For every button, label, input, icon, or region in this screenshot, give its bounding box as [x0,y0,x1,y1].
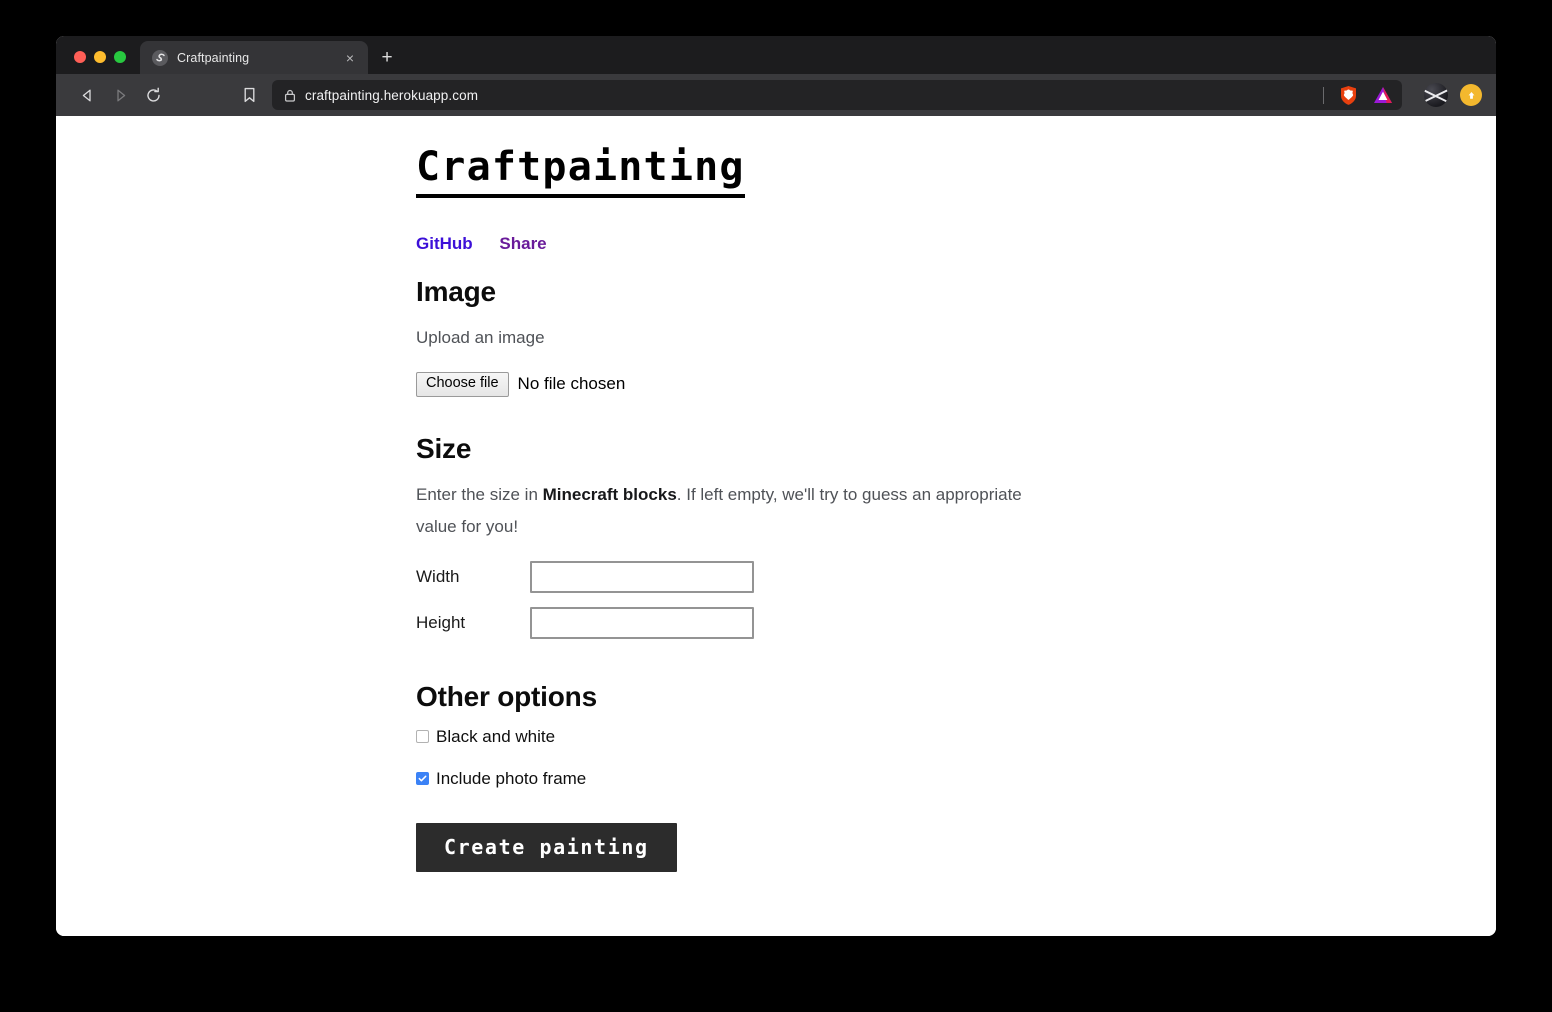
profile-avatar[interactable] [1424,83,1448,107]
black-and-white-checkbox[interactable] [416,730,429,744]
browser-toolbar: craftpainting.herokuapp.com [56,74,1496,116]
height-label: Height [416,612,466,632]
height-field-row: Height [416,606,1056,639]
browser-window: Craftpainting × + craftpainting.herokuap… [56,36,1496,936]
choose-file-button[interactable]: Choose file [416,371,509,397]
image-section-heading: Image [416,276,496,307]
brave-rewards-triangle-icon[interactable] [1370,82,1396,108]
reload-icon[interactable] [138,80,168,110]
minimize-window-button[interactable] [94,51,106,63]
black-and-white-label: Black and white [436,726,556,746]
close-icon[interactable]: × [340,48,360,68]
file-status-label: No file chosen [517,374,626,394]
size-hint-bold: Minecraft blocks [542,484,677,504]
toolbar-divider [1323,86,1324,104]
other-options-heading: Other options [416,680,597,712]
toolbar-right-group [1424,83,1482,107]
forward-arrow-icon [105,80,135,110]
width-input[interactable] [530,560,754,593]
black-and-white-option[interactable]: Black and white [416,727,1056,747]
height-input[interactable] [530,606,754,639]
width-field-row: Width [416,560,1056,593]
window-controls [56,51,140,74]
new-tab-button[interactable]: + [372,43,402,71]
include-photo-frame-label: Include photo frame [436,768,587,788]
tab-strip: Craftpainting × + [56,36,1496,74]
tab-title: Craftpainting [177,50,250,65]
maximize-window-button[interactable] [114,51,126,63]
width-label: Width [416,566,460,586]
page-body: Craftpainting GitHub Share Image Upload … [56,116,1496,872]
url-text: craftpainting.herokuapp.com [305,87,479,103]
url-bar[interactable]: craftpainting.herokuapp.com [272,80,1402,110]
checkmark-icon [418,775,427,782]
content-column: Craftpainting GitHub Share Image Upload … [416,142,1056,872]
page-nav-links: GitHub Share [416,234,1056,254]
image-section-hint: Upload an image [416,328,545,347]
include-photo-frame-checkbox[interactable] [416,772,429,786]
page-viewport: Craftpainting GitHub Share Image Upload … [56,116,1496,936]
file-upload-row: Choose file No file chosen [416,371,1056,397]
size-hint-pre: Enter the size in [416,484,543,504]
share-link[interactable]: Share [499,234,546,253]
github-link[interactable]: GitHub [416,234,473,253]
create-painting-button[interactable]: Create painting [416,822,677,872]
size-section-heading: Size [416,432,472,464]
tab-craftpainting[interactable]: Craftpainting × [140,41,368,74]
craftpainting-swirl-favicon [152,49,168,66]
include-photo-frame-option[interactable]: Include photo frame [416,769,1056,789]
page-title: Craftpainting [416,142,745,198]
size-section-hint: Enter the size in Minecraft blocks. If l… [416,479,1041,543]
lock-icon [284,89,296,102]
back-arrow-icon[interactable] [72,80,102,110]
bookmark-icon[interactable] [234,80,264,110]
update-arrow-badge[interactable] [1460,84,1482,106]
brave-shields-lion-icon[interactable] [1335,82,1361,108]
close-window-button[interactable] [74,51,86,63]
